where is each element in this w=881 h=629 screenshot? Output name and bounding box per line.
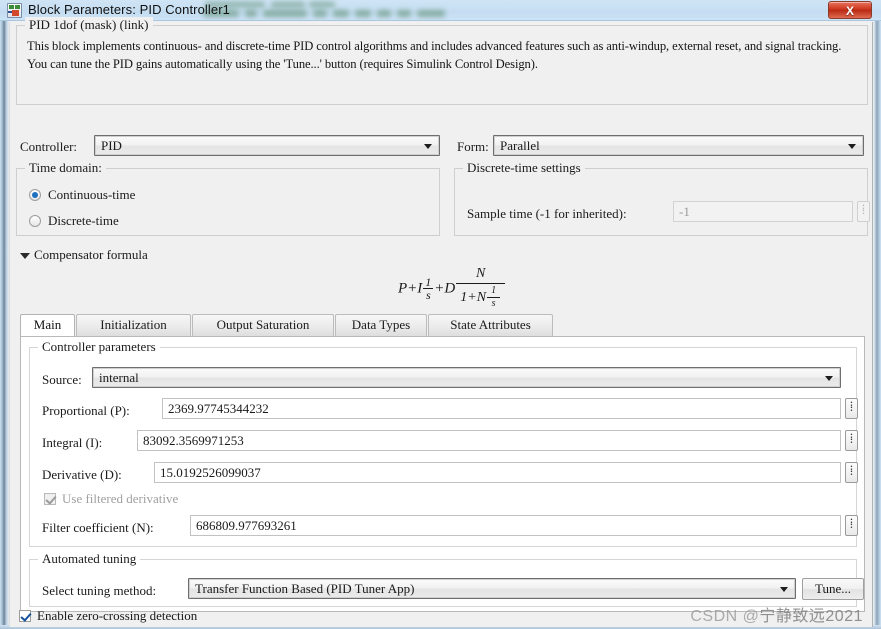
tune-button-label: Tune... xyxy=(814,581,851,596)
proportional-stepper[interactable]: :: xyxy=(845,398,858,419)
window-right-edge xyxy=(873,21,881,629)
block-parameters-dialog: Block Parameters: PID Controller1 X PID … xyxy=(0,0,881,629)
controller-parameters-group: Controller parameters Source: internal P… xyxy=(29,339,858,547)
formula-denominator: 1+N 1 s xyxy=(456,282,506,312)
tuning-method-dropdown[interactable]: Transfer Function Based (PID Tuner App) xyxy=(188,578,796,599)
blurred-background-text xyxy=(185,0,495,20)
simulink-block-icon xyxy=(7,3,22,18)
tab-bar: Main Initialization Output Saturation Da… xyxy=(20,314,865,337)
sample-time-label: Sample time (-1 for inherited): xyxy=(467,206,627,221)
formula-den-s: s xyxy=(487,297,501,311)
form-dropdown[interactable]: Parallel xyxy=(493,135,864,156)
derivative-label: Derivative (D): xyxy=(42,467,122,482)
source-label: Source: xyxy=(42,372,82,387)
enable-zero-crossing-label: Enable zero-crossing detection xyxy=(37,608,198,623)
tab-output-saturation-label: Output Saturation xyxy=(216,317,310,332)
formula-s: s xyxy=(423,288,434,302)
chevron-down-icon xyxy=(825,375,833,381)
integral-label: Integral (I): xyxy=(42,435,103,450)
filter-coefficient-label: Filter coefficient (N): xyxy=(42,520,154,535)
tab-panel-main: Controller parameters Source: internal P… xyxy=(20,336,865,612)
dialog-content: PID 1dof (mask) (link) This block implem… xyxy=(9,17,873,627)
automated-tuning-title: Automated tuning xyxy=(38,551,141,567)
derivative-input[interactable]: 15.0192526099037 xyxy=(154,462,841,483)
tab-state-attributes[interactable]: State Attributes xyxy=(428,314,553,336)
formula-i: I xyxy=(417,280,423,297)
radio-discrete-time-label: Discrete-time xyxy=(48,213,119,228)
checkbox-indicator xyxy=(19,610,31,622)
description-group-title: PID 1dof (mask) (link) xyxy=(25,17,153,33)
chevron-down-icon xyxy=(780,586,788,592)
tab-main[interactable]: Main xyxy=(20,314,75,337)
compensator-formula: P+I 1 s +D N 1+N 1 s xyxy=(398,266,506,312)
form-label: Form: xyxy=(457,139,489,154)
tune-button[interactable]: Tune... xyxy=(802,578,864,600)
close-icon: X xyxy=(845,4,854,18)
window-left-edge xyxy=(0,21,9,629)
description-text: This block implements continuous- and di… xyxy=(27,39,842,71)
proportional-input[interactable]: 2369.97745344232 xyxy=(162,398,841,419)
proportional-label: Proportional (P): xyxy=(42,403,130,418)
compensator-formula-label: Compensator formula xyxy=(34,247,148,262)
formula-den-n: N xyxy=(476,289,487,305)
discrete-time-settings-group: Discrete-time settings Sample time (-1 f… xyxy=(454,160,870,236)
formula-den-one-over-s: 1s xyxy=(487,284,501,311)
discrete-time-settings-title: Discrete-time settings xyxy=(463,160,585,176)
tab-state-attributes-label: State Attributes xyxy=(450,317,531,332)
formula-one-over-s: 1s xyxy=(423,274,434,302)
formula-filter-fraction: N 1+N 1 s xyxy=(456,266,506,312)
window-title: Block Parameters: PID Controller1 xyxy=(28,2,230,17)
use-filtered-derivative-label: Use filtered derivative xyxy=(62,491,179,506)
description-group: PID 1dof (mask) (link) This block implem… xyxy=(16,17,868,105)
tab-initialization[interactable]: Initialization xyxy=(76,314,191,336)
integral-input[interactable]: 83092.3569971253 xyxy=(137,430,841,451)
chevron-down-icon xyxy=(848,143,856,149)
tuning-method-label: Select tuning method: xyxy=(42,583,157,598)
radio-continuous-time-label: Continuous-time xyxy=(48,187,136,202)
close-button[interactable]: X xyxy=(828,1,872,19)
source-dropdown[interactable]: internal xyxy=(92,367,841,388)
tab-data-types-label: Data Types xyxy=(351,317,411,332)
sample-time-stepper[interactable]: :: xyxy=(857,201,870,222)
controller-dropdown[interactable]: PID xyxy=(94,135,440,156)
formula-p: P xyxy=(398,280,408,297)
controller-label: Controller: xyxy=(20,139,78,154)
formula-one: 1 xyxy=(425,274,432,289)
controller-dropdown-value: PID xyxy=(101,138,122,153)
formula-plus-2: + xyxy=(434,280,445,297)
formula-plus-1: + xyxy=(407,280,418,297)
formula-n-numerator: N xyxy=(475,266,486,281)
formula-den-one: 1 xyxy=(491,284,497,296)
source-dropdown-value: internal xyxy=(99,370,139,385)
tab-data-types[interactable]: Data Types xyxy=(335,314,427,336)
chevron-down-icon xyxy=(424,143,432,149)
radio-indicator xyxy=(29,215,41,227)
tab-output-saturation[interactable]: Output Saturation xyxy=(192,314,334,336)
triangle-down-icon xyxy=(20,253,30,259)
integral-stepper[interactable]: :: xyxy=(845,430,858,451)
checkbox-indicator xyxy=(44,493,56,505)
tab-main-label: Main xyxy=(33,317,62,332)
filter-coefficient-input[interactable]: 686809.977693261 xyxy=(190,515,841,536)
time-domain-group-title: Time domain: xyxy=(25,160,106,176)
sample-time-input[interactable]: -1 xyxy=(673,201,853,222)
controller-parameters-title: Controller parameters xyxy=(38,339,160,355)
filter-coefficient-stepper[interactable]: :: xyxy=(845,515,858,536)
automated-tuning-group: Automated tuning Select tuning method: T… xyxy=(29,551,864,607)
tuning-method-value: Transfer Function Based (PID Tuner App) xyxy=(195,581,415,596)
formula-d: D xyxy=(444,280,456,297)
tab-initialization-label: Initialization xyxy=(100,317,167,332)
form-dropdown-value: Parallel xyxy=(500,138,540,153)
derivative-stepper[interactable]: :: xyxy=(845,462,858,483)
radio-indicator xyxy=(29,189,41,201)
time-domain-group: Time domain: Continuous-time Discrete-ti… xyxy=(16,160,440,236)
formula-den-lead: 1+ xyxy=(460,289,477,305)
